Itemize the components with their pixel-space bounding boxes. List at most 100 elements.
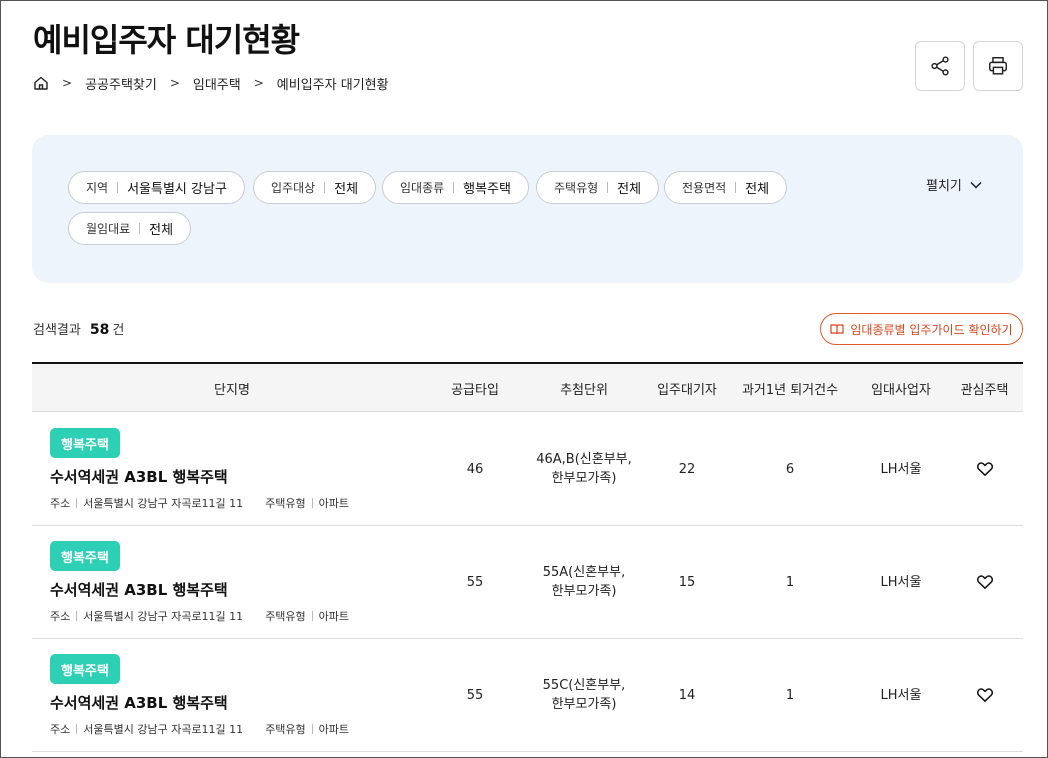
complex-name[interactable]: 수서역세권 A3BL 행복주택 bbox=[50, 466, 228, 487]
col-waiting: 입주대기자 bbox=[657, 382, 717, 398]
waiting-count: 14 bbox=[678, 687, 696, 703]
expand-filters-button[interactable]: 펼치기 bbox=[926, 175, 983, 194]
table-header: 단지명 공급타입 추첨단위 입주대기자 과거1년 퇴거건수 임대사업자 관심주택 bbox=[32, 362, 1023, 412]
filter-panel: 지역 서울특별시 강남구 입주대상 전체 임대종류 행복주택 주택유형 전체 전… bbox=[32, 135, 1023, 283]
divider bbox=[607, 182, 609, 193]
address-label: 주소 bbox=[50, 723, 71, 736]
divider bbox=[311, 498, 313, 508]
rental-guide-label: 임대종류별 입주가이드 확인하기 bbox=[850, 322, 1013, 337]
favorite-button[interactable] bbox=[946, 413, 1023, 525]
divider bbox=[76, 611, 78, 621]
waiting-count: 15 bbox=[678, 574, 696, 590]
filter-value: 전체 bbox=[745, 182, 770, 197]
address: 서울특별시 강남구 자곡로11길 11 bbox=[83, 610, 244, 623]
filter-chip-area[interactable]: 전용면적 전체 bbox=[664, 171, 788, 204]
complex-meta: 주소 서울특별시 강남구 자곡로11길 11 주택유형 아파트 bbox=[50, 721, 349, 737]
waiting-count: 22 bbox=[678, 461, 696, 477]
favorite-button[interactable] bbox=[946, 526, 1023, 638]
heart-icon bbox=[976, 462, 993, 476]
divider bbox=[735, 182, 737, 193]
divider bbox=[311, 611, 313, 621]
housing-type: 아파트 bbox=[318, 723, 350, 736]
complex-name[interactable]: 수서역세권 A3BL 행복주택 bbox=[50, 579, 228, 600]
address: 서울특별시 강남구 자곡로11길 11 bbox=[83, 497, 244, 510]
operator: LH서울 bbox=[880, 574, 922, 590]
draw-unit-line: 55C(신혼부부, bbox=[542, 678, 626, 693]
filter-value: 서울특별시 강남구 bbox=[127, 182, 227, 197]
draw-unit: 55C(신혼부부, 한부모가족) bbox=[518, 639, 650, 751]
divider bbox=[76, 724, 78, 734]
col-supply-type: 공급타입 bbox=[451, 382, 499, 398]
draw-unit-line: 46A,B(신혼부부, bbox=[536, 452, 632, 467]
filter-key: 전용면적 bbox=[682, 181, 727, 195]
complex-meta: 주소 서울특별시 강남구 자곡로11길 11 주택유형 아파트 bbox=[50, 495, 349, 511]
complex-name[interactable]: 수서역세권 A3BL 행복주택 bbox=[50, 692, 228, 713]
divider bbox=[117, 182, 119, 193]
heart-icon bbox=[976, 688, 993, 702]
result-unit: 건 bbox=[112, 323, 125, 338]
divider bbox=[311, 724, 313, 734]
share-button[interactable] bbox=[915, 41, 965, 91]
filter-value: 전체 bbox=[617, 182, 642, 197]
table-row[interactable]: 행복주택 수서역세권 A3BL 행복주택 주소 서울특별시 강남구 자곡로11길… bbox=[32, 639, 1023, 752]
address-label: 주소 bbox=[50, 610, 71, 623]
chevron-right-icon: > bbox=[62, 76, 73, 90]
print-button[interactable] bbox=[973, 41, 1023, 91]
filter-key: 주택유형 bbox=[554, 181, 599, 195]
housing-type-label: 주택유형 bbox=[265, 610, 306, 623]
filter-value: 전체 bbox=[149, 223, 174, 238]
table-row[interactable]: 행복주택 수서역세권 A3BL 행복주택 주소 서울특별시 강남구 자곡로11길… bbox=[32, 526, 1023, 639]
moveout-count: 6 bbox=[785, 461, 795, 477]
col-draw-unit: 추첨단위 bbox=[560, 382, 608, 398]
divider bbox=[76, 498, 78, 508]
breadcrumb-item-current: 예비입주자 대기현황 bbox=[276, 77, 389, 93]
print-icon bbox=[989, 57, 1007, 75]
housing-badge: 행복주택 bbox=[50, 428, 120, 458]
complex-meta: 주소 서울특별시 강남구 자곡로11길 11 주택유형 아파트 bbox=[50, 608, 349, 624]
divider bbox=[324, 182, 326, 193]
operator: LH서울 bbox=[880, 687, 922, 703]
filter-chip-region[interactable]: 지역 서울특별시 강남구 bbox=[68, 171, 245, 204]
divider bbox=[139, 223, 141, 234]
result-count: 검색결과 58 건 bbox=[33, 319, 124, 338]
filter-chip-rental-type[interactable]: 임대종류 행복주택 bbox=[382, 171, 530, 204]
housing-badge: 행복주택 bbox=[50, 541, 120, 571]
filter-value: 전체 bbox=[334, 182, 359, 197]
filter-key: 임대종류 bbox=[400, 181, 445, 195]
breadcrumb-item-rental-housing[interactable]: 임대주택 bbox=[193, 74, 241, 93]
filter-chip-rent[interactable]: 월임대료 전체 bbox=[68, 212, 192, 245]
favorite-button[interactable] bbox=[946, 639, 1023, 751]
col-operator: 임대사업자 bbox=[871, 382, 931, 398]
draw-unit-line: 55A(신혼부부, bbox=[542, 565, 626, 580]
operator: LH서울 bbox=[880, 461, 922, 477]
col-moveouts: 과거1년 퇴거건수 bbox=[741, 382, 839, 398]
housing-type-label: 주택유형 bbox=[265, 723, 306, 736]
housing-type-label: 주택유형 bbox=[265, 497, 306, 510]
housing-type: 아파트 bbox=[318, 610, 350, 623]
expand-label: 펼치기 bbox=[926, 179, 962, 194]
draw-unit-line: 한부모가족) bbox=[551, 697, 617, 712]
filter-key: 지역 bbox=[86, 181, 109, 195]
draw-unit-line: 한부모가족) bbox=[551, 584, 617, 599]
filter-key: 입주대상 bbox=[271, 181, 316, 195]
home-icon[interactable] bbox=[33, 75, 49, 91]
result-number: 58 bbox=[89, 322, 110, 338]
chevron-right-icon: > bbox=[253, 76, 264, 90]
moveout-count: 1 bbox=[785, 687, 795, 703]
chevron-right-icon: > bbox=[169, 76, 180, 90]
heart-icon bbox=[976, 575, 993, 589]
col-complex-name: 단지명 bbox=[214, 382, 250, 398]
supply-type: 55 bbox=[466, 687, 484, 703]
filter-chip-housing-type[interactable]: 주택유형 전체 bbox=[536, 171, 660, 204]
draw-unit-line: 한부모가족) bbox=[551, 471, 617, 486]
breadcrumb-item-public-housing[interactable]: 공공주택찾기 bbox=[85, 74, 157, 93]
filter-key: 월임대료 bbox=[86, 222, 131, 236]
supply-type: 55 bbox=[466, 574, 484, 590]
result-label: 검색결과 bbox=[33, 323, 81, 338]
col-favorite: 관심주택 bbox=[960, 382, 1009, 398]
rental-guide-button[interactable]: 임대종류별 입주가이드 확인하기 bbox=[820, 313, 1023, 345]
filter-chip-target[interactable]: 입주대상 전체 bbox=[253, 171, 377, 204]
page-title: 예비입주자 대기현황 bbox=[33, 21, 300, 59]
draw-unit: 55A(신혼부부, 한부모가족) bbox=[518, 526, 650, 638]
table-row[interactable]: 행복주택 수서역세권 A3BL 행복주택 주소 서울특별시 강남구 자곡로11길… bbox=[32, 413, 1023, 526]
